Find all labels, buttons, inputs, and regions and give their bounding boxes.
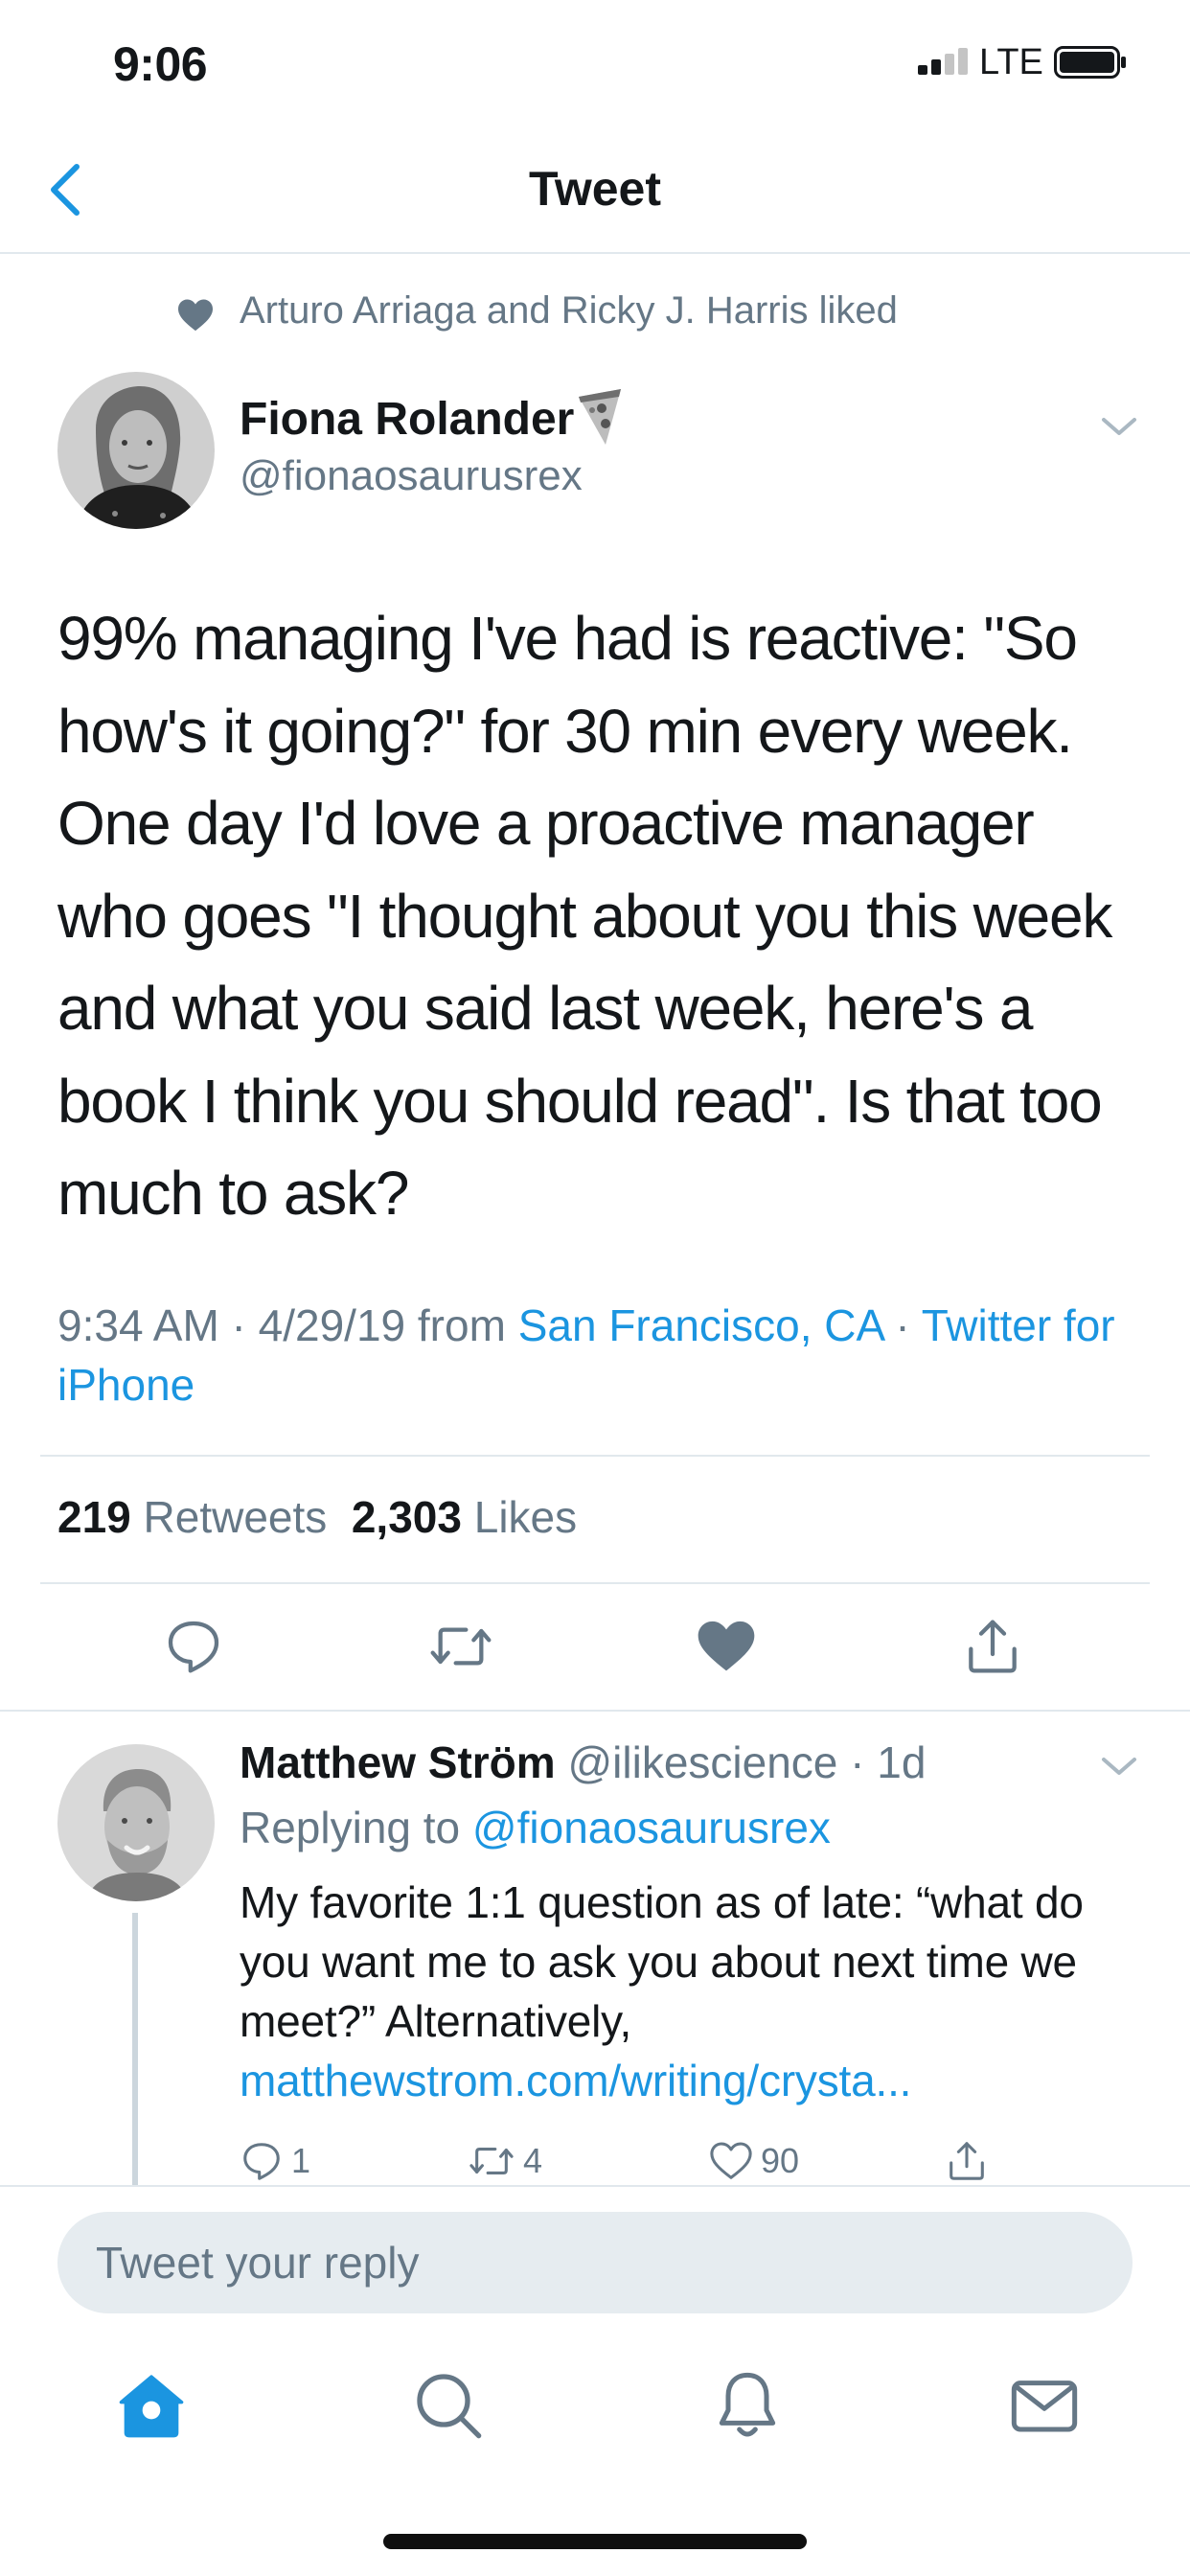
stats-divider-top — [40, 1455, 1150, 1457]
reply-header: Matthew Ström @ilikescience · 1d — [240, 1736, 926, 1788]
reply-like-count: 90 — [761, 2141, 800, 2180]
like-button[interactable] — [696, 1616, 757, 1677]
replying-to-handle[interactable]: @fionaosaurusrex — [472, 1803, 831, 1852]
heart-outline-icon — [710, 2142, 752, 2179]
stats-divider-bottom — [40, 1582, 1150, 1584]
heart-icon — [176, 297, 215, 332]
social-context-text: Arturo Arriaga and Ricky J. Harris liked — [240, 289, 898, 332]
composer-divider — [0, 2185, 1190, 2187]
back-button[interactable] — [46, 161, 94, 218]
reply-author-avatar[interactable] — [57, 1744, 215, 1901]
retweet-icon — [430, 1627, 492, 1666]
comment-icon — [168, 1621, 219, 1673]
tab-messages[interactable] — [1006, 2367, 1083, 2444]
battery-icon — [1054, 46, 1127, 79]
bell-icon — [719, 2372, 776, 2437]
reply-like-button[interactable]: 90 — [709, 2137, 799, 2185]
reply-share-button[interactable] — [945, 2137, 989, 2185]
reply-reply-count: 1 — [291, 2141, 311, 2180]
chevron-down-icon[interactable] — [1098, 412, 1140, 441]
envelope-icon — [1011, 2380, 1078, 2432]
signal-strength-icon — [918, 48, 972, 75]
reply-age: · 1d — [850, 1737, 927, 1787]
reply-link[interactable]: matthewstrom.com/writing/crysta... — [240, 2056, 911, 2105]
tab-notifications[interactable] — [709, 2367, 786, 2444]
reply-chevron-down-icon[interactable] — [1098, 1752, 1140, 1781]
retweets-label[interactable]: Retweets — [144, 1492, 328, 1542]
share-button[interactable] — [962, 1616, 1023, 1677]
search-icon — [417, 2374, 482, 2439]
tweet-stats: 219 Retweets 2,303 Likes — [57, 1491, 577, 1543]
likes-label[interactable]: Likes — [474, 1492, 577, 1542]
share-icon — [969, 1620, 1017, 1673]
reply-retweet-button[interactable]: 4 — [468, 2137, 542, 2185]
reply-author-handle[interactable]: @ilikescience — [567, 1737, 837, 1787]
retweets-count[interactable]: 219 — [57, 1492, 131, 1542]
tab-search[interactable] — [410, 2367, 487, 2444]
heart-filled-icon — [698, 1621, 755, 1671]
tweet-text: 99% managing I've had is reactive: "So h… — [57, 604, 1112, 1228]
retweet-button[interactable] — [427, 1616, 494, 1677]
pizza-emoji-icon — [575, 387, 625, 448]
status-time: 9:06 — [113, 37, 208, 91]
author-avatar[interactable] — [57, 372, 215, 529]
tweet-timestamp: 9:34 AM · 4/29/19 from — [57, 1300, 518, 1350]
nav-divider — [0, 252, 1190, 254]
reply-input[interactable] — [57, 2212, 1133, 2313]
retweet-icon — [469, 2148, 514, 2174]
action-divider — [0, 1710, 1190, 1712]
tab-home[interactable] — [113, 2367, 190, 2444]
reply-author-name[interactable]: Matthew Ström — [240, 1737, 556, 1787]
author-handle[interactable]: @fionaosaurusrex — [240, 452, 583, 500]
home-indicator[interactable] — [383, 2534, 807, 2549]
author-name[interactable]: Fiona Rolander — [240, 393, 574, 446]
meta-separator: · — [882, 1300, 922, 1350]
share-icon — [950, 2142, 984, 2180]
reply-text-body: My favorite 1:1 question as of late: “wh… — [240, 1877, 1084, 2046]
reply-reply-button[interactable]: 1 — [240, 2137, 310, 2185]
thread-line — [132, 1913, 138, 2185]
tweet-location-link[interactable]: San Francisco, CA — [518, 1300, 883, 1350]
reply-retweet-count: 4 — [523, 2141, 543, 2180]
replying-to-prefix: Replying to — [240, 1803, 472, 1852]
home-icon — [119, 2375, 184, 2438]
comment-icon — [243, 2143, 280, 2180]
page-title: Tweet — [529, 162, 661, 216]
network-type: LTE — [979, 42, 1043, 82]
replying-to: Replying to @fionaosaurusrex — [240, 1802, 831, 1853]
reply-text: My favorite 1:1 question as of late: “wh… — [240, 1873, 1150, 2110]
chevron-left-icon — [51, 164, 80, 216]
tweet-metadata: 9:34 AM · 4/29/19 from San Francisco, CA… — [57, 1296, 1140, 1414]
likes-count[interactable]: 2,303 — [352, 1492, 462, 1542]
reply-button[interactable] — [163, 1616, 224, 1677]
